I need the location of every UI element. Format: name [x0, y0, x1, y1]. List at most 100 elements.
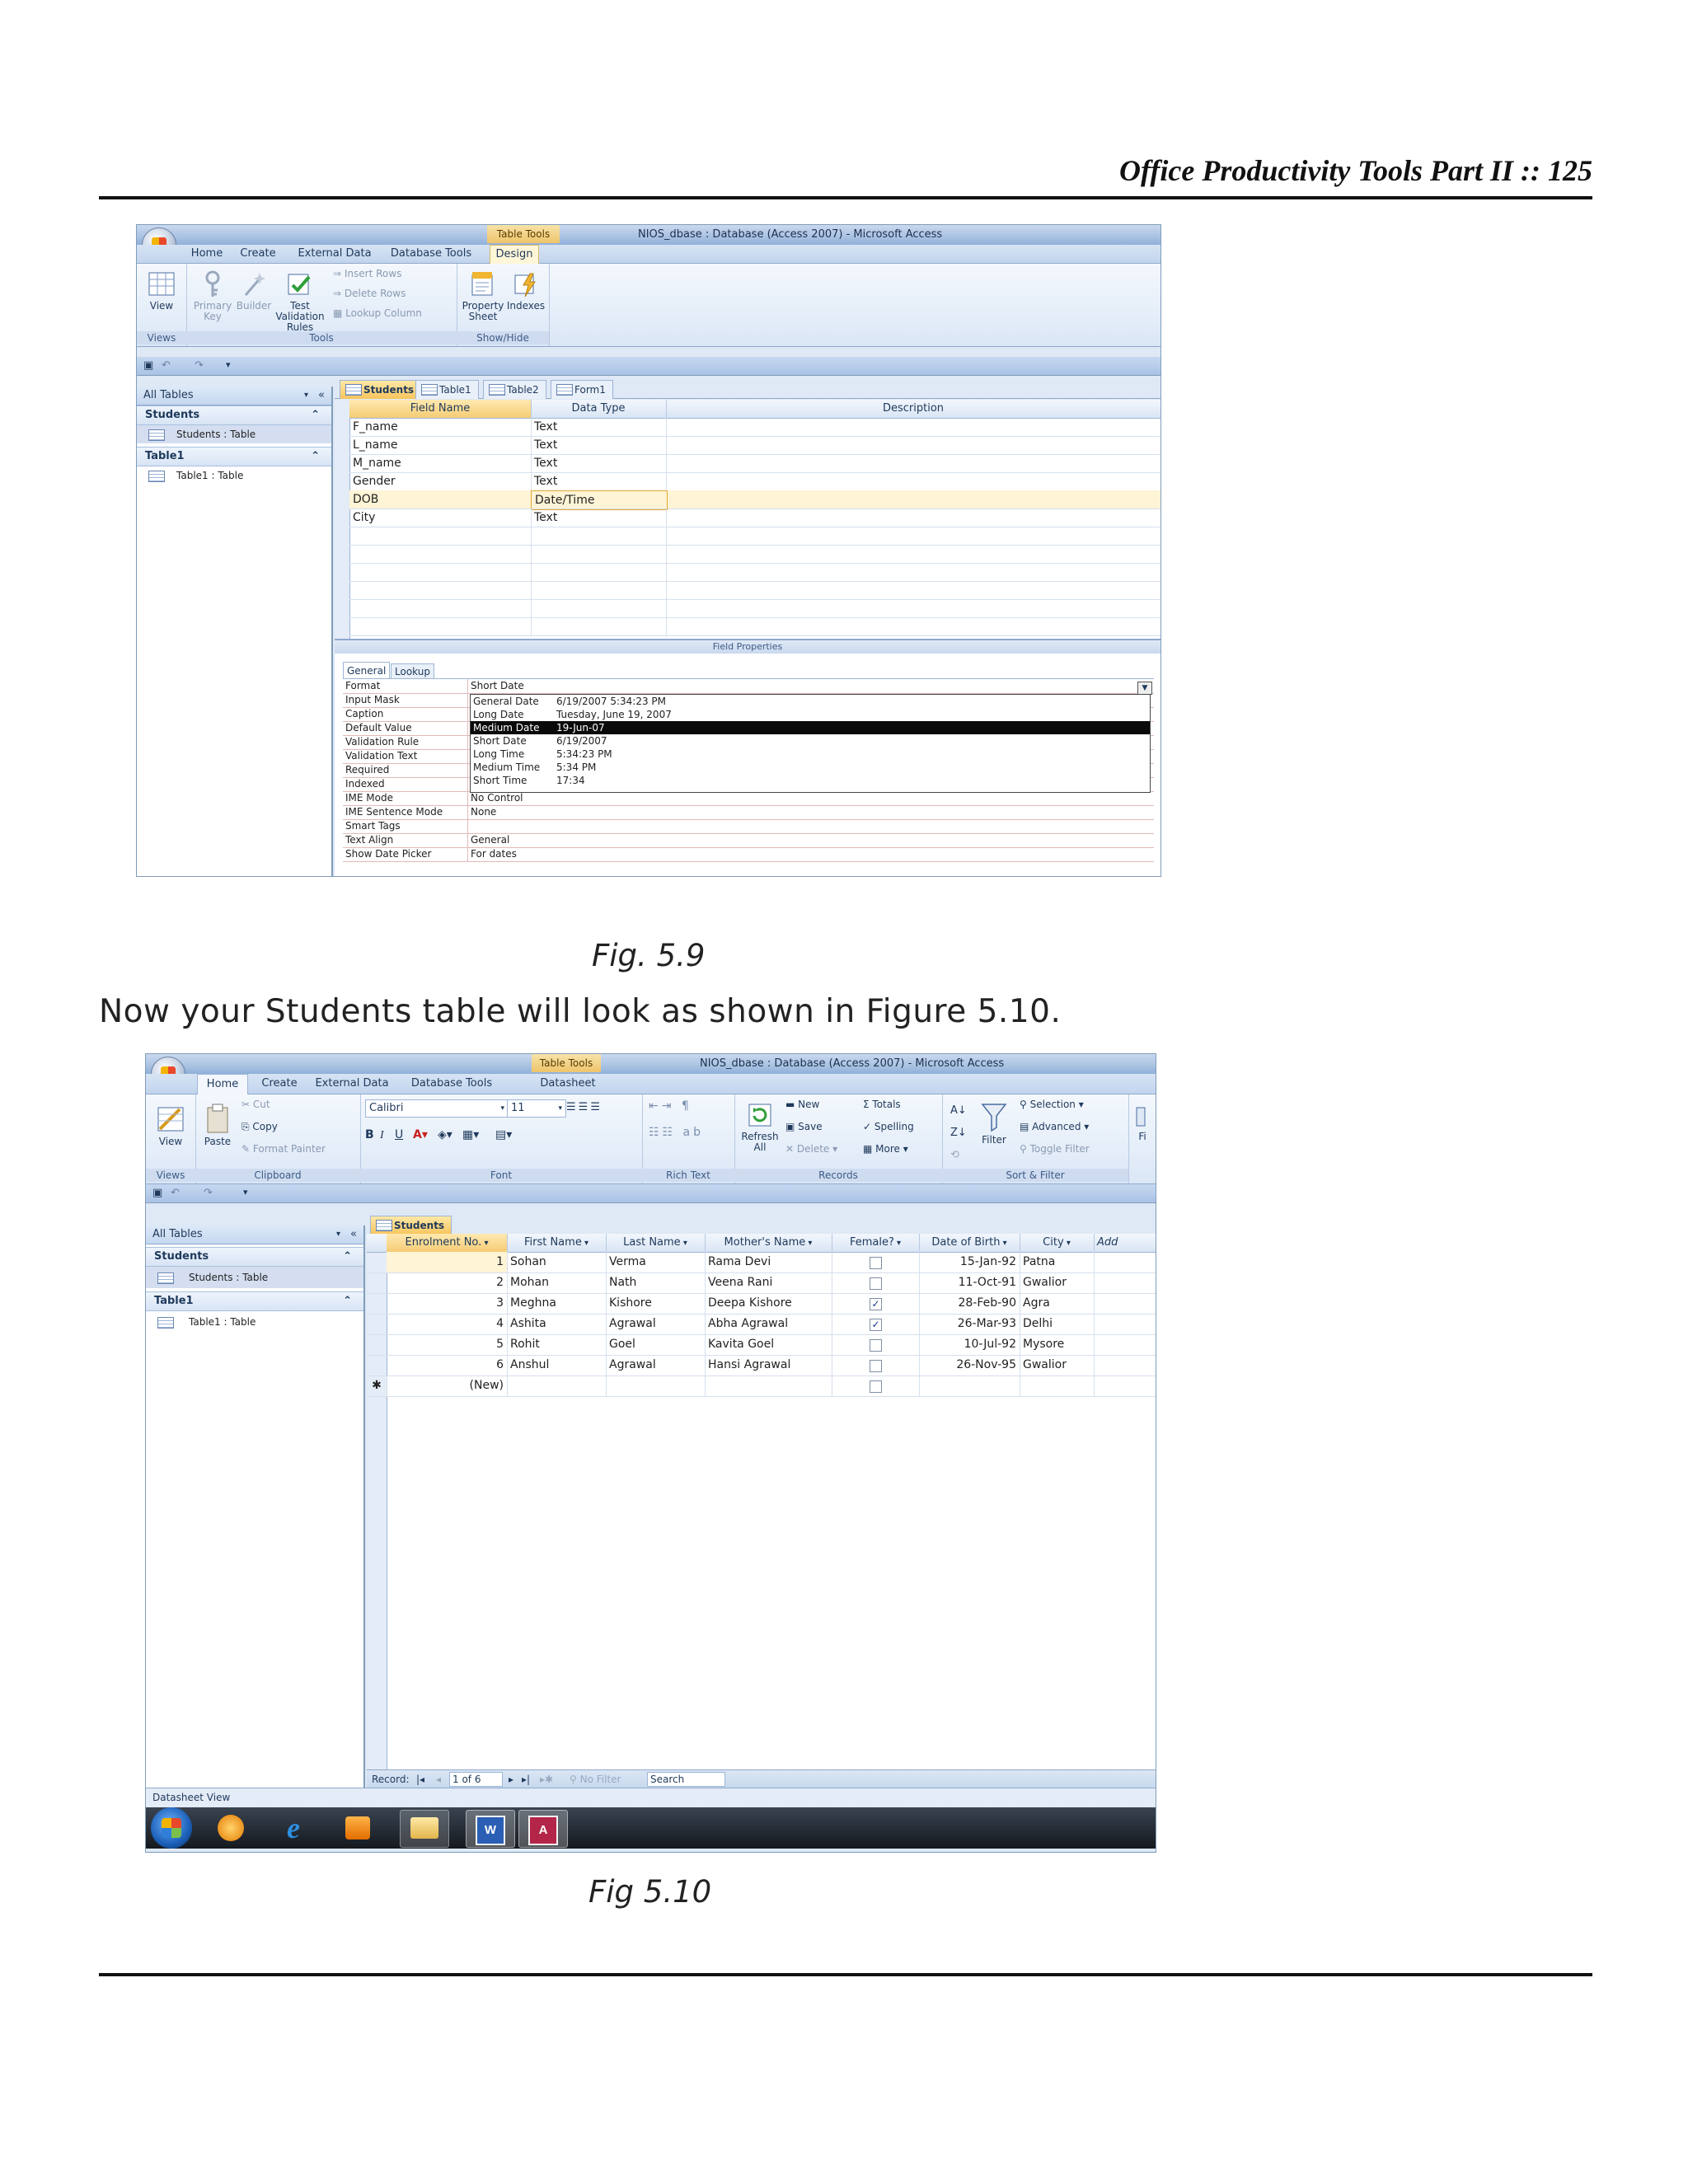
search-input[interactable]: Search	[647, 1772, 725, 1787]
prop-tab-general[interactable]: General	[343, 662, 391, 679]
field-name-cell[interactable]	[349, 545, 532, 563]
taskbar-explorer-button[interactable]	[400, 1810, 449, 1848]
data-type-cell[interactable]: Text	[531, 436, 667, 454]
cell-city[interactable]: Agra	[1020, 1293, 1095, 1314]
format-option[interactable]: Short Date 6/19/2007	[471, 734, 1150, 748]
cell-enrolment-no[interactable]: 2	[387, 1272, 508, 1293]
female-checkbox-cell[interactable]: ✓	[832, 1293, 920, 1314]
tab-external-data[interactable]: External Data	[293, 245, 376, 263]
gridlines-icon[interactable]: ▦▾	[462, 1126, 495, 1144]
nav-collapse-icon[interactable]: «	[350, 1226, 357, 1244]
female-checkbox[interactable]	[870, 1360, 882, 1372]
new-record-icon[interactable]: ✱	[367, 1376, 387, 1396]
field-name-cell[interactable]: L_name	[349, 436, 532, 454]
prev-record-icon[interactable]: ◂	[436, 1770, 441, 1788]
description-cell[interactable]	[666, 436, 1160, 454]
cell-date-of-birth[interactable]: 11-Oct-91	[919, 1272, 1020, 1293]
table-row[interactable]: 1 Sohan Verma Rama Devi 15-Jan-92 Patna	[367, 1252, 1156, 1273]
property-value[interactable]: For dates	[471, 847, 517, 861]
cell-first-name[interactable]: Mohan	[507, 1272, 607, 1293]
property-row[interactable]: Smart Tags	[343, 819, 1154, 834]
data-type-cell[interactable]	[531, 617, 667, 635]
cell-date-of-birth[interactable]: 26-Mar-93	[919, 1314, 1020, 1334]
column-filter-icon[interactable]: ▾	[481, 1239, 488, 1248]
property-row[interactable]: Format Short Date	[343, 679, 1154, 694]
doc-tab-form1[interactable]: Form1	[551, 380, 613, 399]
view-button[interactable]: View	[152, 1103, 189, 1147]
cell-mothers-name[interactable]: Veena Rani	[705, 1272, 832, 1293]
data-type-cell[interactable]	[531, 581, 667, 599]
description-cell[interactable]	[666, 527, 1160, 545]
copy-button[interactable]: ⎘ Copy	[241, 1122, 357, 1132]
cell-mothers-name[interactable]: Hansi Agrawal	[705, 1355, 832, 1376]
cell-last-name[interactable]: Agrawal	[606, 1314, 706, 1334]
tab-external-data[interactable]: External Data	[311, 1074, 393, 1094]
bold-icon[interactable]: B	[365, 1126, 380, 1144]
col-first-name[interactable]: First Name ▾	[507, 1234, 607, 1252]
property-value[interactable]: General	[471, 833, 509, 847]
cell-enrolment-no[interactable]: 5	[387, 1334, 508, 1355]
selection-button[interactable]: ⚲ Selection ▾	[1020, 1099, 1127, 1110]
description-cell[interactable]	[666, 472, 1160, 490]
table-row[interactable]: 5 Rohit Goel Kavita Goel 10-Jul-92 Mysore	[367, 1334, 1156, 1356]
cell-last-name[interactable]: Verma	[606, 1252, 706, 1272]
description-cell[interactable]	[666, 581, 1160, 599]
data-type-cell[interactable]: Text	[531, 454, 667, 472]
female-checkbox[interactable]	[870, 1339, 882, 1352]
nav-dropdown-icon[interactable]: ▾	[304, 387, 308, 405]
female-checkbox[interactable]	[870, 1380, 882, 1393]
undo-icon[interactable]: ↶	[171, 1187, 180, 1199]
font-name-combo[interactable]: Calibri ▾	[365, 1099, 509, 1118]
property-row[interactable]: Show Date Picker For dates	[343, 847, 1154, 862]
indexes-button[interactable]: Indexes	[506, 270, 546, 312]
female-checkbox-cell[interactable]	[832, 1334, 920, 1355]
property-row[interactable]: Text Align General	[343, 833, 1154, 848]
female-checkbox-cell[interactable]	[832, 1376, 920, 1396]
field-name-cell[interactable]: F_name	[349, 418, 532, 436]
data-type-cell[interactable]: Text	[531, 418, 667, 436]
insert-rows-button[interactable]: ⇒ Insert Rows	[333, 269, 448, 279]
field-row[interactable]	[349, 527, 1160, 546]
cell-mothers-name[interactable]: Deepa Kishore	[705, 1293, 832, 1314]
doc-tab-table2[interactable]: Table2	[483, 380, 546, 399]
undo-icon[interactable]: ↶	[162, 359, 171, 372]
cell-city[interactable]: Gwalior	[1020, 1272, 1095, 1293]
cell-city[interactable]: Mysore	[1020, 1334, 1095, 1355]
list-icons[interactable]: ☷☷ ab	[649, 1126, 704, 1139]
refresh-all-button[interactable]: Refresh All	[738, 1101, 782, 1153]
taskbar-media-button[interactable]	[207, 1810, 255, 1846]
first-record-icon[interactable]: |◂	[416, 1770, 424, 1788]
description-cell[interactable]	[666, 545, 1160, 563]
cell-first-name[interactable]: Meghna	[507, 1293, 607, 1314]
find-button[interactable]: Fi	[1132, 1103, 1153, 1142]
table-row[interactable]: 6 Anshul Agrawal Hansi Agrawal 26-Nov-95 Gwal…	[367, 1355, 1156, 1376]
cell-last-name[interactable]	[606, 1376, 706, 1396]
cell-enrolment-no[interactable]: 4	[387, 1314, 508, 1334]
data-type-cell[interactable]: Date/Time	[531, 490, 668, 510]
column-filter-icon[interactable]: ▾	[681, 1239, 687, 1248]
start-button[interactable]	[151, 1807, 192, 1849]
property-row[interactable]: IME Sentence Mode None	[343, 805, 1154, 820]
delete-rows-button[interactable]: ⇒ Delete Rows	[333, 288, 448, 299]
cell-date-of-birth[interactable]: 28-Feb-90	[919, 1293, 1020, 1314]
indent-icons[interactable]: ⇤⇥ ¶	[649, 1099, 692, 1113]
data-type-cell[interactable]	[531, 599, 667, 617]
col-description[interactable]: Description	[666, 400, 1160, 418]
female-checkbox[interactable]	[870, 1257, 882, 1269]
format-painter-button[interactable]: ✎ Format Painter	[241, 1144, 357, 1155]
filter-button[interactable]: Filter	[975, 1101, 1013, 1146]
primary-key-button[interactable]: Primary Key	[193, 270, 232, 322]
description-cell[interactable]	[666, 617, 1160, 635]
col-enrolment-no[interactable]: Enrolment No. ▾	[387, 1234, 508, 1252]
redo-icon[interactable]: ↷	[195, 359, 204, 372]
cell-first-name[interactable]: Anshul	[507, 1355, 607, 1376]
lookup-column-button[interactable]: ▦ Lookup Column	[333, 308, 448, 319]
female-checkbox[interactable]: ✓	[870, 1319, 882, 1331]
field-row[interactable]: F_name Text	[349, 418, 1160, 437]
description-cell[interactable]	[666, 418, 1160, 436]
cell-last-name[interactable]: Goel	[606, 1334, 706, 1355]
tab-database-tools[interactable]: Database Tools	[406, 1074, 497, 1094]
field-name-cell[interactable]: DOB	[349, 490, 532, 509]
new-record-button[interactable]: ▬ New	[785, 1099, 860, 1110]
description-cell[interactable]	[666, 599, 1160, 617]
